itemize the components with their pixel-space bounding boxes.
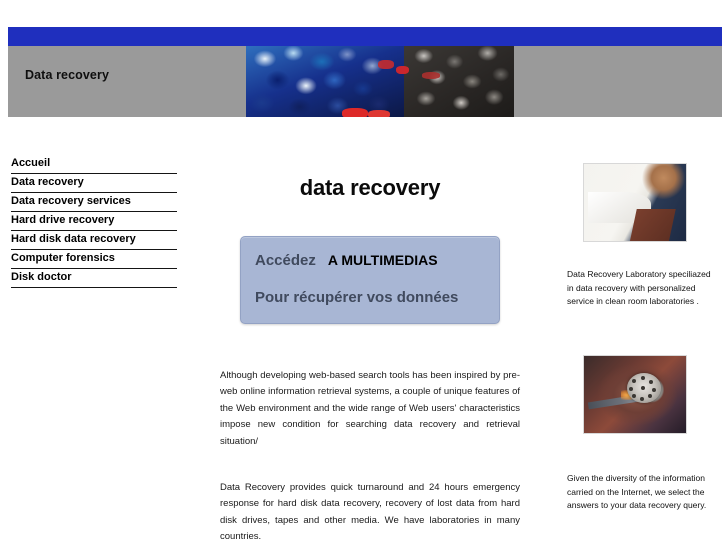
mosaic-accent-tile (422, 72, 440, 79)
promo-line-one: Accédez A MULTIMEDIAS (255, 252, 438, 269)
platter-hole (652, 388, 656, 393)
aside-figure-hard-disk (583, 355, 687, 434)
platter-hole (648, 394, 652, 399)
mosaic-accent-tile (368, 110, 390, 117)
sidebar-item-computer-forensics[interactable]: Computer forensics (11, 250, 177, 269)
promo-banner[interactable]: Accédez A MULTIMEDIAS Pour récupérer vos … (240, 236, 500, 324)
platter-hole (641, 376, 645, 381)
sidebar-item-accueil[interactable]: Accueil (11, 157, 177, 174)
platter-hole (629, 387, 633, 392)
mosaic-accent-tile (342, 108, 368, 117)
sidebar-item-hard-drive-recovery[interactable]: Hard drive recovery (11, 212, 177, 231)
sidebar-item-disk-doctor[interactable]: Disk doctor (11, 269, 177, 288)
platter-hole (632, 379, 636, 384)
mosaic-right-half (404, 46, 514, 117)
mosaic-accent-tile (396, 66, 409, 74)
promo-line-one-emphasis: A MULTIMEDIAS (327, 252, 438, 268)
body-paragraph-two: Data Recovery provides quick turnaround … (220, 481, 520, 543)
platter-hole (632, 394, 636, 399)
body-paragraph-one: Although developing web-based search too… (220, 369, 520, 447)
site-title: Data recovery (25, 68, 109, 82)
platter-hole (649, 380, 653, 385)
promo-line-one-prefix: Accédez (255, 252, 316, 269)
sidebar-item-data-recovery[interactable]: Data recovery (11, 174, 177, 193)
mosaic-accent-tile (378, 60, 394, 69)
mosaic-left-half (246, 46, 404, 117)
aside-caption-clean-room: Data Recovery Laboratory speciliazed in … (567, 269, 711, 306)
hard-disk-platter-photo (583, 355, 687, 434)
header-blue-bar (8, 27, 722, 46)
promo-line-two: Pour récupérer vos données (255, 289, 459, 306)
site-header: Data recovery (8, 27, 722, 117)
crowd-mosaic-banner-image (246, 46, 514, 117)
platter-hole (640, 397, 644, 402)
sidebar-navigation: Accueil Data recovery Data recovery serv… (11, 157, 177, 288)
disk-platter-hub-shape (627, 373, 661, 404)
page-title: data recovery (299, 174, 441, 200)
clean-room-technician-photo (583, 163, 687, 242)
sidebar-item-data-recovery-services[interactable]: Data recovery services (11, 193, 177, 212)
sidebar-item-hard-disk-data-recovery[interactable]: Hard disk data recovery (11, 231, 177, 250)
aside-caption-hard-disk: Given the diversity of the information c… (567, 473, 707, 510)
platter-hub-center (641, 386, 645, 391)
aside-figure-clean-room (583, 163, 687, 242)
